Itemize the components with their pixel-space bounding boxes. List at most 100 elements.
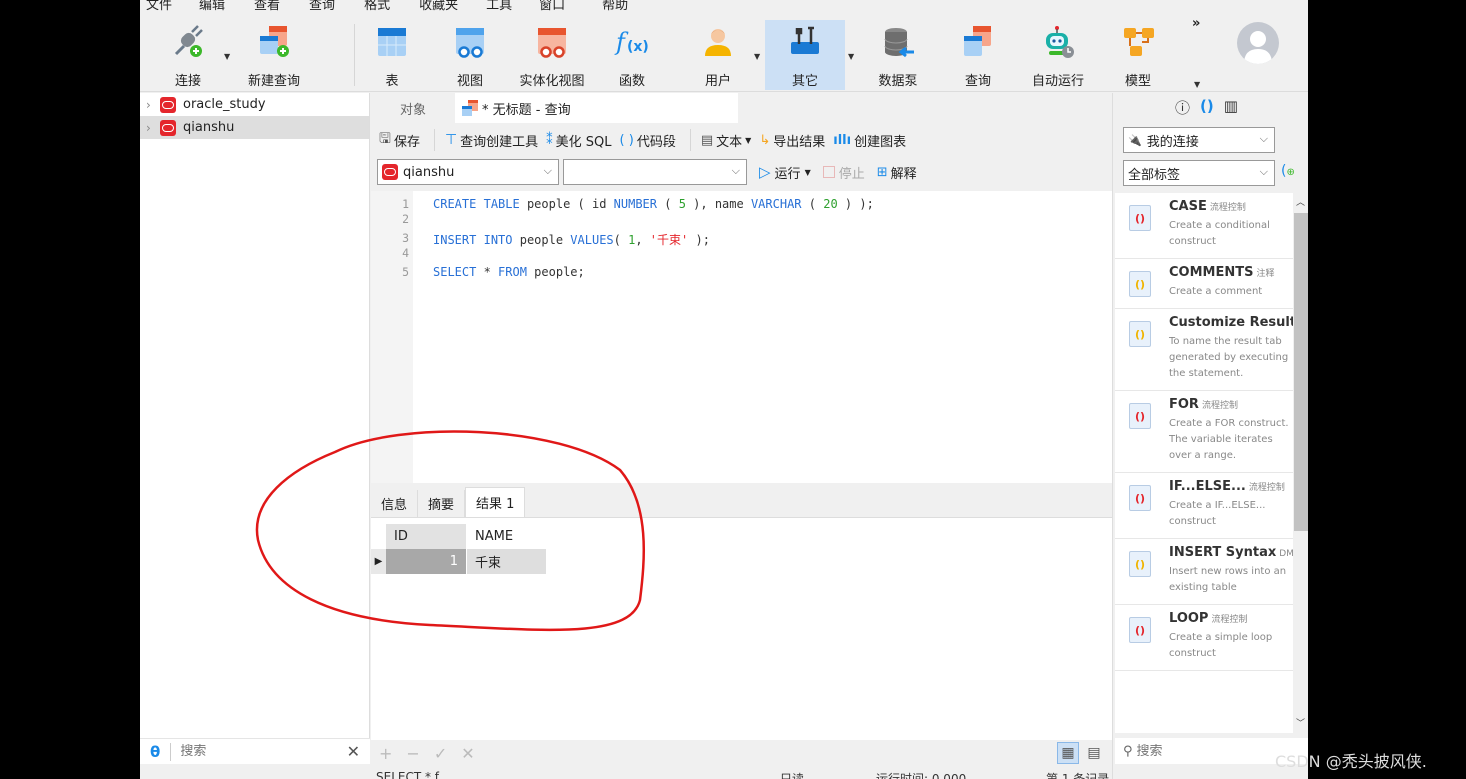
search-icon: ⚲ [1123,743,1133,759]
text-dropdown-caret[interactable]: ▼ [745,136,751,145]
snippet-tag: 流程控制 [1201,401,1238,411]
sidebar-search-input[interactable] [180,744,331,759]
query-editor-area: 对象 * 无标题 - 查询 🖫 保存 ⊤ 查询创建工具 ⁑ 美化 SQL ( ) 代码段… [371,93,1112,779]
cell-id[interactable]: 1 [386,549,467,574]
code-snippet-button[interactable]: ( ) 代码段 [620,131,676,150]
scrollbar-thumb[interactable] [1294,213,1308,531]
connection-filter-select[interactable]: 🔌 我的连接 ⌵ [1123,127,1275,153]
tab-result-1[interactable]: 结果 1 [465,487,526,517]
status-time: 运行时间: 0.000 [876,772,967,779]
view-button[interactable]: 视图 [450,20,490,90]
database-import-icon [880,24,916,60]
code-token-kw: VALUES [570,233,614,247]
sidebar-search: θ ✕ [140,738,370,764]
connection-select[interactable]: qianshu ⌵ [377,159,559,185]
table-row[interactable]: ▶ 1 千束 [371,549,547,574]
stop-button[interactable]: 停止 [822,163,865,182]
table-button[interactable]: 表 [374,20,410,90]
tab-info[interactable]: 信息 [371,490,419,517]
new-query-button[interactable]: 新建查询 [242,20,306,90]
result-grid: ID NAME ▶ 1 千束 [371,524,547,574]
toolbar-overflow-caret[interactable]: ▼ [1194,80,1200,89]
query-builder-button[interactable]: ⊤ 查询创建工具 [445,131,538,150]
new-snippet-button[interactable]: (⊕ [1281,163,1295,179]
snippet-item[interactable]: () CASE 流程控制 Create a conditional construct [1115,193,1293,259]
menu-file[interactable]: 文件 [146,0,172,13]
tab-objects[interactable]: 对象 [371,93,455,123]
data-pump-button[interactable]: 数据泵 [874,20,922,90]
function-button[interactable]: f (x) 函数 [612,20,652,90]
info-icon[interactable]: ⓘ [1175,97,1190,118]
tab-untitled-query[interactable]: * 无标题 - 查询 [455,93,738,123]
form-view-button[interactable]: ▤ [1083,742,1105,764]
grid-view-button[interactable]: ▦ [1057,742,1079,764]
other-dropdown-caret[interactable]: ▼ [848,52,854,61]
menu-favorites[interactable]: 收藏夹 [419,0,458,13]
menu-tools[interactable]: 工具 [486,0,512,13]
snippet-item[interactable]: () FOR 流程控制 Create a FOR construct. The var… [1115,391,1293,473]
automation-button[interactable]: 自动运行 [1028,20,1088,90]
tree-item-qianshu[interactable]: › qianshu [140,116,369,139]
create-chart-button[interactable]: ıllı 创建图表 [833,131,906,150]
column-header-name[interactable]: NAME [467,524,547,549]
connect-dropdown-caret[interactable]: ▼ [224,52,230,61]
cell-name[interactable]: 千束 [467,549,547,574]
column-header-id[interactable]: ID [386,524,467,549]
snippet-search-input[interactable] [1136,743,1277,759]
chevron-down-icon: ⌵ [1259,132,1268,145]
run-button[interactable]: ▷ 运行 ▼ [759,163,811,182]
text-button[interactable]: ▤ 文本 ▼ [701,131,751,150]
discard-changes-button[interactable]: ✕ [461,744,474,763]
explain-button[interactable]: ⊞ 解释 [877,163,917,182]
query-button[interactable]: 查询 [960,20,996,90]
snippet-title: COMMENTS 注释 [1169,265,1293,280]
menu-window[interactable]: 窗口 [539,0,565,13]
scroll-up-icon[interactable]: ︿ [1296,195,1305,208]
snippet-item[interactable]: () Customize Result To name the result tab… [1115,309,1293,391]
snippet-item[interactable]: () INSERT SyntaxDML Insert new rows into a… [1115,539,1293,605]
menu-edit[interactable]: 编辑 [199,0,225,13]
other-button[interactable]: 其它 [765,20,845,90]
tab-summary[interactable]: 摘要 [418,490,466,517]
clear-search-icon[interactable]: ✕ [347,742,360,761]
menu-format[interactable]: 格式 [364,0,390,13]
filter-icon[interactable]: θ [150,743,160,761]
model-icon [1120,24,1156,60]
status-sql: SELECT * f... [376,770,450,779]
code-token-pl: people; [526,265,585,279]
snippet-item[interactable]: () COMMENTS 注释 Create a comment [1115,259,1293,309]
connect-button[interactable]: 连接 [162,20,214,90]
materialized-view-button[interactable]: 实体化视图 [516,20,588,90]
tree-item-oracle-study[interactable]: › oracle_study [140,93,369,116]
save-button[interactable]: 🖫 保存 [379,128,420,152]
delete-record-button[interactable]: − [406,744,419,763]
snippet-item[interactable]: () LOOP 流程控制 Create a simple loop construct [1115,605,1293,671]
export-result-button[interactable]: ↳ 导出结果 [759,131,825,150]
snippet-scrollbar[interactable]: ︿ ﹀ [1293,193,1308,733]
snippet-item[interactable]: () IF...ELSE... 流程控制 Create a IF...ELSE... … [1115,473,1293,539]
beautify-sql-button[interactable]: ⁑ 美化 SQL [546,131,611,150]
add-record-button[interactable]: + [379,744,392,763]
apply-changes-button[interactable]: ✓ [434,744,447,763]
code-token-kw: FROM [498,265,527,279]
sql-editor[interactable]: 1 CREATE TABLE people ( id NUMBER ( 5 ), … [371,191,1112,483]
toolbar-overflow-button[interactable]: » [1192,16,1200,31]
expand-chevron-icon[interactable]: › [146,98,160,112]
scroll-down-icon[interactable]: ﹀ [1296,716,1305,729]
menu-query[interactable]: 查询 [309,0,335,13]
tag-filter-select[interactable]: 全部标签 ⌵ [1123,160,1275,186]
grid-icon[interactable]: ▥ [1224,97,1238,118]
user-dropdown-caret[interactable]: ▼ [754,52,760,61]
snippet-title-text: LOOP [1169,611,1209,626]
user-avatar[interactable] [1237,22,1279,64]
code-token-pl: ); [688,233,710,247]
model-button[interactable]: 模型 [1118,20,1158,90]
menu-view[interactable]: 查看 [254,0,280,13]
snippet-tab-icon[interactable]: () [1200,97,1214,118]
schema-select[interactable]: ⌵ [563,159,747,185]
csdn-watermark: CSDN @秃头披风侠. [1275,752,1427,771]
run-dropdown-caret[interactable]: ▼ [805,168,811,177]
expand-chevron-icon[interactable]: › [146,121,160,135]
user-button[interactable]: 用户 [700,20,736,90]
menu-help[interactable]: 帮助 [602,0,628,13]
